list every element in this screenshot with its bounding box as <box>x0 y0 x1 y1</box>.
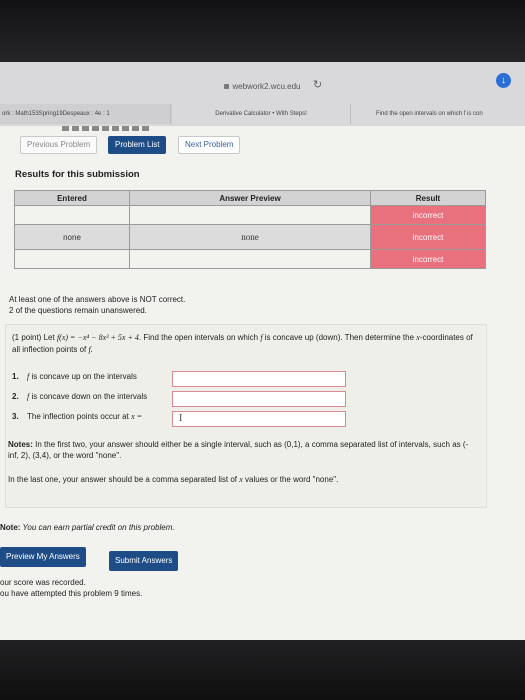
result-cell: incorrect <box>370 205 486 225</box>
preview-cell <box>129 205 371 225</box>
text-cursor-icon: I <box>179 413 183 424</box>
status-line-unanswered: 2 of the questions remain unanswered. <box>9 306 147 315</box>
partial-credit-note: Note: You can earn partial credit on thi… <box>0 523 175 532</box>
header-answer-preview: Answer Preview <box>129 190 371 206</box>
entered-cell: none <box>14 224 130 250</box>
tab-webwork[interactable]: ork : Math153Spring19Despeaux : 4e : 1 <box>0 104 172 124</box>
header-result: Result <box>370 190 486 206</box>
preview-cell <box>129 249 371 269</box>
entered-cell <box>14 205 130 225</box>
reload-icon[interactable]: ↻ <box>313 78 322 91</box>
result-cell: incorrect <box>370 224 486 250</box>
preview-cell: none <box>129 224 371 250</box>
inflection-points-input[interactable] <box>172 411 346 427</box>
problem-points: (1 point) <box>12 333 42 342</box>
problem-function: f(x) = −x⁴ − 8x³ + 5x + 4 <box>56 333 139 342</box>
entered-cell <box>14 249 130 269</box>
results-table: Entered Answer Preview Result incorrect … <box>14 190 486 269</box>
status-line-incorrect: At least one of the answers above is NOT… <box>9 295 186 304</box>
question-1: 1. f is concave up on the intervals <box>12 372 137 381</box>
next-problem-button[interactable]: Next Problem <box>178 136 241 154</box>
submit-answers-button[interactable]: Submit Answers <box>109 551 179 571</box>
site-logo <box>62 126 152 131</box>
score-recorded: our score was recorded. <box>0 578 86 587</box>
tab-derivative-calculator[interactable]: Derivative Calculator • With Steps! <box>170 104 351 124</box>
attempt-count: ou have attempted this problem 9 times. <box>0 589 143 598</box>
problem-statement: (1 point) Let f(x) = −x⁴ − 8x³ + 5x + 4.… <box>12 333 473 354</box>
webwork-page: Previous Problem Problem List Next Probl… <box>0 126 525 640</box>
submission-status: At least one of the answers above is NOT… <box>9 294 185 316</box>
table-header-row: Entered Answer Preview Result <box>14 190 486 206</box>
preview-answers-button[interactable]: Preview My Answers <box>0 547 86 567</box>
results-title: Results for this submission <box>15 169 140 180</box>
question-3: 3. The inflection points occur at x = <box>12 412 143 421</box>
device-bezel-top <box>0 0 525 62</box>
device-bezel-bottom <box>0 640 525 700</box>
table-row: incorrect <box>14 249 486 269</box>
score-status: our score was recorded. ou have attempte… <box>0 577 142 599</box>
concave-up-input[interactable] <box>172 371 346 387</box>
download-icon[interactable]: ↓ <box>496 73 511 88</box>
question-2: 2. f is concave down on the intervals <box>12 392 148 401</box>
address-bar[interactable]: webwork2.wcu.edu <box>0 82 525 91</box>
tab-search[interactable]: Find the open intervals on which f is co… <box>350 104 525 124</box>
concave-down-input[interactable] <box>172 391 346 407</box>
table-row: none none incorrect <box>14 224 486 250</box>
problem-list-button[interactable]: Problem List <box>108 136 167 154</box>
lock-icon <box>224 84 230 90</box>
result-cell: incorrect <box>370 249 486 269</box>
answer-notes: Notes: In the first two, your answer sho… <box>8 440 469 460</box>
url-text: webwork2.wcu.edu <box>232 82 301 91</box>
header-entered: Entered <box>14 190 130 206</box>
previous-problem-button[interactable]: Previous Problem <box>20 136 98 154</box>
browser-chrome: webwork2.wcu.edu ↻ ↓ ork : Math153Spring… <box>0 62 525 127</box>
table-row: incorrect <box>14 205 486 225</box>
answer-notes-2: In the last one, your answer should be a… <box>8 475 339 484</box>
